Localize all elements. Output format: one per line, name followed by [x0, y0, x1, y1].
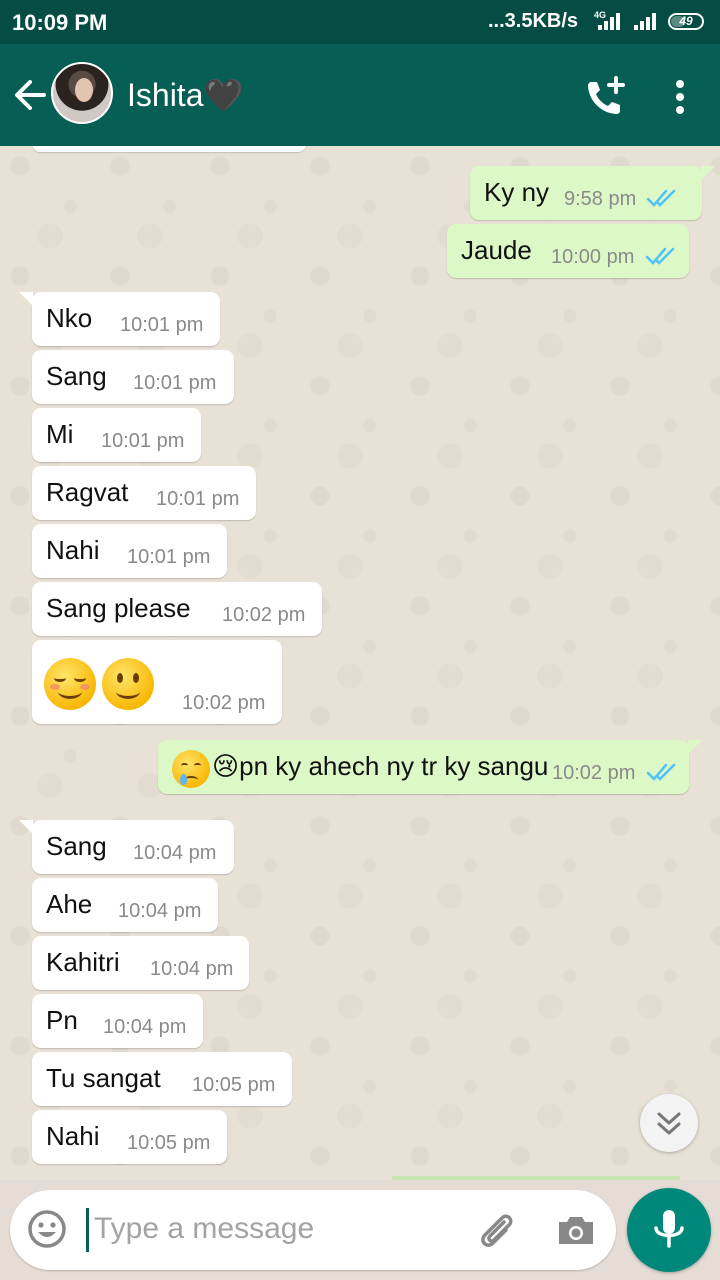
message-time: 10:02 pm [552, 762, 636, 784]
message-time: 10:04 pm [118, 900, 202, 922]
camera-icon [559, 1217, 593, 1244]
status-bar: 10:09 PM ...3.5KB/s 4G 49 [0, 0, 720, 44]
message-text: Nahi [46, 535, 100, 565]
message-text: Sang [46, 831, 107, 861]
double-chevron-down-icon [657, 1112, 681, 1135]
smiling-blush-emoji-icon [44, 658, 96, 710]
message-time: 10:04 pm [133, 842, 217, 864]
message-list[interactable]: Ky ny 9:58 pm Jaude 10:00 pm Nko 10:01 p… [0, 146, 720, 1180]
signal-icon [634, 12, 664, 30]
slight-smile-emoji-icon [102, 658, 154, 710]
message-bubble[interactable]: Sang 10:04 pm [19, 820, 234, 874]
battery-level: 49 [679, 14, 693, 28]
message-bubble[interactable]: Sang please 10:02 pm [32, 582, 322, 636]
message-text: Sang [46, 361, 107, 391]
crying-emoji-icon [172, 750, 210, 788]
message-bubble[interactable]: Kahitri 10:04 pm [32, 936, 249, 990]
message-text: Mi [46, 419, 74, 449]
chat-header: Ishita🖤 [0, 44, 720, 146]
status-time: 10:09 PM [12, 10, 108, 35]
message-bubble[interactable]: Nahi 10:01 pm [32, 524, 227, 578]
message-text: ☺🙂 [46, 651, 48, 652]
message-text: Tu sangat [46, 1063, 161, 1093]
text-cursor [86, 1208, 89, 1252]
message-text: Ahe [46, 889, 93, 919]
voice-message-button[interactable] [627, 1188, 711, 1272]
message-bubble[interactable]: Pn 10:04 pm [32, 994, 203, 1048]
message-text: Kahitri [46, 947, 120, 977]
contact-name[interactable]: Ishita🖤 [127, 76, 243, 114]
message-text: Sang please [46, 593, 191, 623]
message-time: 10:01 pm [101, 430, 185, 452]
read-receipt-icon [646, 763, 676, 781]
message-bubble[interactable]: Ragvat 10:01 pm [32, 466, 256, 520]
message-bubble-partial [32, 146, 306, 152]
attach-button[interactable] [474, 1208, 518, 1252]
message-bubble[interactable]: Sang 10:01 pm [32, 350, 234, 404]
message-text: Nko [46, 303, 93, 333]
back-arrow-icon [15, 80, 46, 110]
add-call-button[interactable] [582, 74, 628, 120]
message-bubble[interactable]: 😢pn ky ahech ny tr ky sangu 10:02 pm [158, 740, 702, 794]
signal-icon [598, 12, 628, 30]
message-time: 10:04 pm [103, 1016, 187, 1038]
message-time: 10:02 pm [222, 604, 306, 626]
message-time: 10:01 pm [133, 372, 217, 394]
message-text: Jaude [461, 235, 532, 265]
message-bubble[interactable]: Mi 10:01 pm [32, 408, 201, 462]
message-text: 😢pn ky ahech ny tr ky sangu [212, 751, 549, 781]
scroll-to-bottom-button[interactable] [640, 1094, 698, 1152]
emoji-button[interactable] [26, 1208, 68, 1250]
back-button[interactable] [10, 72, 50, 118]
message-input[interactable] [94, 1206, 464, 1252]
network-speed: ...3.5KB/s [488, 10, 579, 32]
message-time: 9:58 pm [564, 188, 637, 210]
message-composer [10, 1190, 616, 1270]
new-message-indicator [392, 1176, 680, 1180]
message-time: 10:01 pm [156, 488, 240, 510]
message-bubble[interactable]: Tu sangat 10:05 pm [32, 1052, 292, 1106]
message-bubble[interactable]: Jaude 10:00 pm [447, 224, 689, 278]
read-receipt-icon [646, 189, 676, 207]
message-time: 10:02 pm [182, 692, 266, 714]
emoji-icon [28, 1210, 66, 1248]
message-time: 10:00 pm [551, 246, 635, 268]
attach-icon [481, 1214, 513, 1247]
message-bubble[interactable]: ☺🙂 10:02 pm [32, 640, 282, 724]
battery-icon: 49 [668, 13, 704, 30]
message-bubble[interactable]: Nahi 10:05 pm [32, 1110, 227, 1164]
more-options-button[interactable] [664, 74, 696, 120]
message-text: Ragvat [46, 477, 129, 507]
camera-button[interactable] [554, 1208, 598, 1252]
message-bubble[interactable]: Ky ny 9:58 pm [470, 166, 715, 220]
message-time: 10:01 pm [127, 546, 211, 568]
message-text: Nahi [46, 1121, 100, 1151]
message-time: 10:04 pm [150, 958, 234, 980]
message-time: 10:05 pm [192, 1074, 276, 1096]
message-bubble[interactable]: Ahe 10:04 pm [32, 878, 218, 932]
message-time: 10:05 pm [127, 1132, 211, 1154]
read-receipt-icon [645, 247, 675, 265]
message-time: 10:01 pm [120, 314, 204, 336]
message-bubble[interactable]: Nko 10:01 pm [19, 292, 220, 346]
mic-icon [654, 1210, 684, 1248]
avatar[interactable] [51, 62, 113, 124]
message-text: Ky ny [484, 177, 550, 207]
add-call-icon [588, 76, 625, 114]
message-text: Pn [46, 1005, 78, 1035]
